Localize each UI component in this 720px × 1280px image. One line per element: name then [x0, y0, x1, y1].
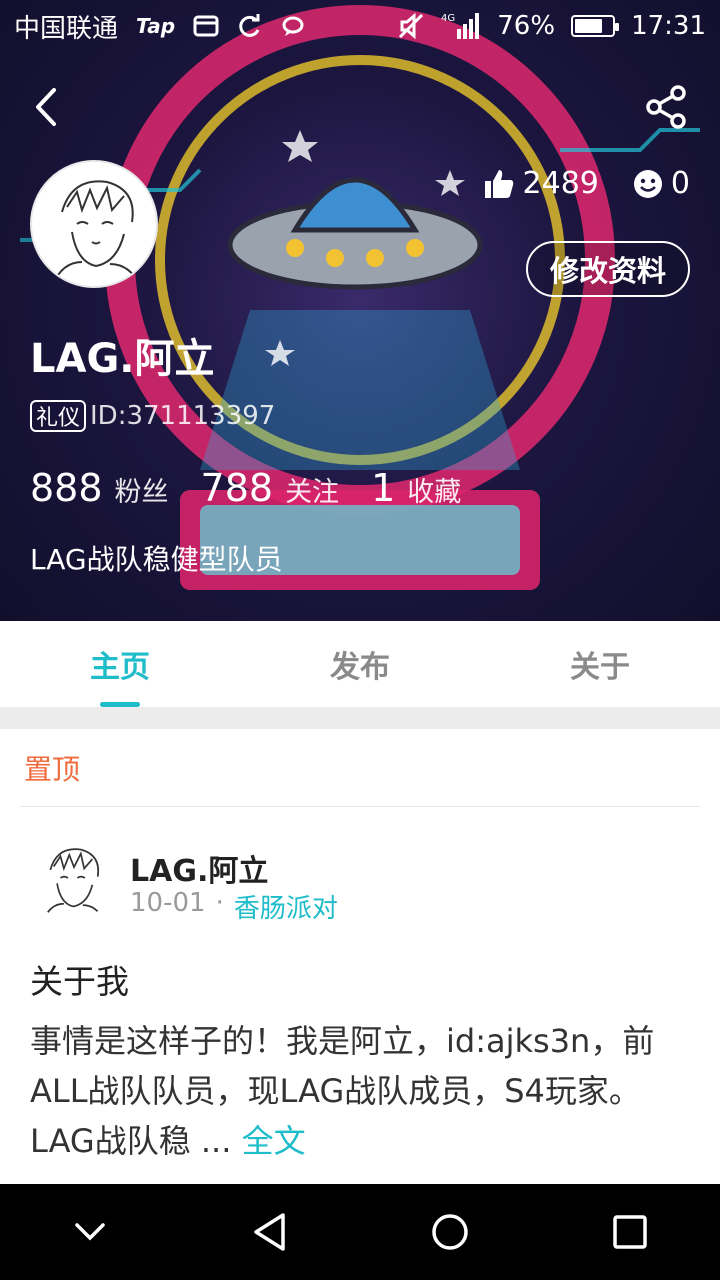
status-bar: 中国联通 Tap 4G 76% 17:31 — [0, 0, 720, 52]
post-meta-separator: · — [215, 888, 224, 918]
favorites-label[interactable]: 收藏 — [407, 470, 461, 509]
tab-home[interactable]: 主页 — [0, 621, 240, 707]
nav-recent-button[interactable] — [600, 1202, 660, 1262]
signal-icon: 4G — [441, 11, 481, 41]
battery-fill — [575, 19, 603, 33]
post-date: 10-01 — [130, 888, 206, 918]
smiles-stat: 0 — [633, 166, 690, 201]
post-title[interactable]: 关于我 — [30, 955, 129, 1003]
avatar-sketch — [51, 180, 141, 286]
edit-profile-button[interactable]: 修改资料 — [526, 241, 690, 297]
share-icon — [646, 85, 686, 129]
likes-stat: 2489 — [483, 166, 599, 201]
profile-avatar[interactable] — [30, 160, 158, 288]
favorites-count[interactable]: 1 — [371, 466, 395, 510]
clock: 17:31 — [631, 11, 706, 41]
back-button[interactable] — [28, 82, 68, 132]
profile-reaction-stats: 2489 0 — [483, 166, 690, 201]
following-count[interactable]: 788 — [201, 466, 274, 510]
nav-home-button[interactable] — [420, 1202, 480, 1262]
nav-down-icon — [75, 1223, 105, 1241]
post-game-link[interactable]: 香肠派对 — [234, 888, 338, 925]
chat-notification-icon — [281, 14, 305, 38]
refresh-notification-icon — [237, 13, 263, 39]
header-background-art — [20, 5, 700, 590]
nav-down-button[interactable] — [60, 1202, 120, 1262]
avatar-sketch-small — [42, 848, 104, 920]
post-body-text: 事情是这样子的！我是阿立，id:ajks3n，前ALL战队队员，现LAG战队成员… — [30, 1022, 655, 1160]
profile-header: 中国联通 Tap 4G 76% 17:31 2489 0 修改资料 LAG.阿立… — [0, 0, 720, 621]
smile-icon — [633, 169, 662, 198]
share-button[interactable] — [644, 84, 690, 130]
mute-icon — [397, 12, 425, 40]
profile-id-row: 礼仪 ID:371113397 — [30, 400, 275, 432]
follow-stats: 888 粉丝 788 关注 1 收藏 — [30, 466, 493, 510]
thumbs-up-icon — [484, 169, 513, 198]
smiles-count: 0 — [670, 166, 690, 201]
back-icon — [36, 88, 56, 126]
profile-bio: LAG战队稳健型队员 — [30, 543, 283, 576]
pinned-label: 置顶 — [24, 753, 81, 786]
followers-count[interactable]: 888 — [30, 466, 103, 510]
mail-notification-icon — [193, 14, 219, 38]
read-more-link[interactable]: 全文 — [242, 1122, 306, 1160]
post-body[interactable]: 事情是这样子的！我是阿立，id:ajks3n，前ALL战队队员，现LAG战队成员… — [30, 1016, 694, 1166]
nav-back-button[interactable] — [240, 1202, 300, 1262]
likes-count: 2489 — [522, 166, 599, 201]
tap-app-icon: Tap — [136, 14, 176, 38]
nav-home-icon — [432, 1214, 468, 1250]
profile-tabs: 主页 发布 关于 — [0, 621, 720, 707]
tab-posts[interactable]: 发布 — [240, 621, 480, 707]
post-author-avatar[interactable] — [30, 836, 114, 920]
user-id: ID:371113397 — [90, 401, 276, 431]
etiquette-badge[interactable]: 礼仪 — [30, 400, 87, 432]
section-divider — [0, 707, 720, 729]
nav-recent-icon — [613, 1215, 647, 1249]
profile-username: LAG.阿立 — [30, 336, 215, 382]
following-label[interactable]: 关注 — [285, 470, 339, 509]
network-type: 4G — [441, 13, 455, 24]
battery-icon — [571, 15, 620, 37]
tab-about[interactable]: 关于 — [480, 621, 720, 707]
followers-label[interactable]: 粉丝 — [115, 470, 169, 509]
carrier-name: 中国联通 — [14, 13, 119, 44]
system-nav-bar — [0, 1184, 720, 1280]
post-author-name[interactable]: LAG.阿立 — [130, 846, 268, 890]
nav-back-icon — [254, 1213, 285, 1251]
battery-percent: 76% — [497, 11, 556, 41]
pinned-divider — [20, 806, 700, 807]
post-meta: 10-01 · 香肠派对 — [130, 888, 338, 925]
